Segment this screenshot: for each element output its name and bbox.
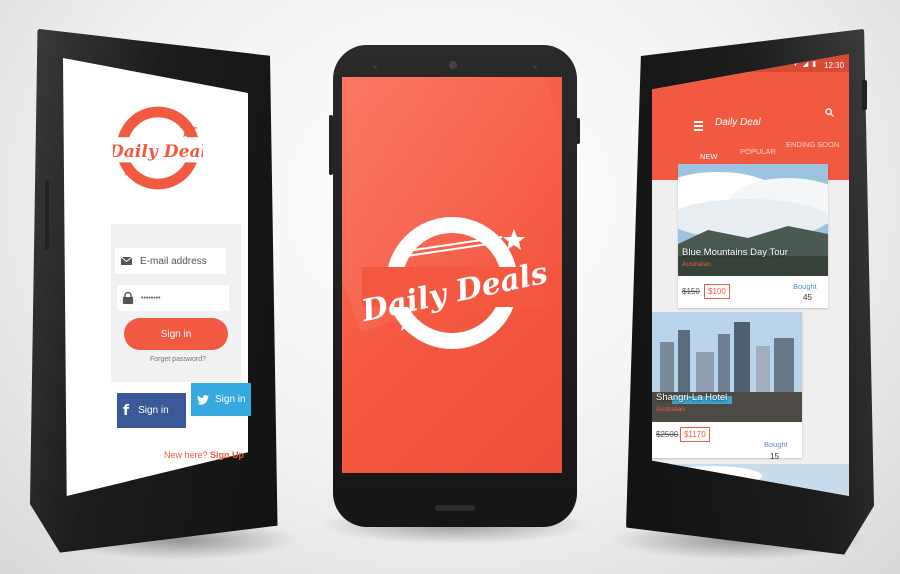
deal-new-price: $100 [704,284,730,299]
twitter-sign-in-label: Sign in [215,394,246,405]
volume-button [45,180,49,250]
new-here-text: New here? [164,450,208,460]
status-time: 12:30 [824,61,845,70]
deal-old-price: $2500 [656,430,679,439]
logo-text: Daily Deal [113,142,203,162]
deal-title: Blue Mountains Day Tour [682,247,788,258]
power-button [576,118,580,144]
bought-count: 15 [770,452,779,461]
deal-old-price: $150 [682,287,700,296]
tab-popular[interactable]: POPULAR [740,147,776,156]
app-title: Daily Deal [715,117,761,128]
twitter-icon [197,394,209,405]
facebook-sign-in-button[interactable]: f Sign in [117,393,186,428]
splash-screen: Daily Deals [342,77,562,473]
sensor-dot [533,65,537,69]
power-button [862,80,867,110]
signup-prompt: New here? Sign Up [164,450,244,460]
bought-label: Bought [793,282,817,291]
deal-title: Shangri-La Hotel [656,392,728,403]
daily-deals-logo: Daily Deals [358,217,551,349]
email-placeholder: E-mail address [140,255,207,267]
password-field[interactable]: •••••••• [117,285,229,311]
speaker-grille [435,505,475,511]
sign-in-button[interactable]: Sign in [124,318,228,350]
tab-new[interactable]: NEW [700,152,718,161]
mail-icon [121,257,132,265]
front-camera [449,61,457,69]
facebook-sign-in-label: Sign in [138,405,169,416]
deal-image-mountains [678,164,828,276]
tab-ending-soon[interactable]: ENDING SOON [786,140,839,149]
password-value: •••••••• [141,294,161,302]
facebook-icon: f [123,402,130,419]
deal-new-price: $1170 [680,427,710,442]
deal-location: Australian [682,261,711,268]
daily-deal-logo: Daily Deal [113,106,203,190]
email-field[interactable]: E-mail address [115,248,226,274]
deals-screen: ▼◢▮ 12:30 Daily Deal NEW POPULAR ENDING … [652,54,849,496]
sign-up-link[interactable]: Sign Up [210,450,244,460]
forget-password-link[interactable]: Forget password? [150,356,206,363]
twitter-sign-in-button[interactable]: Sign in [191,383,251,416]
volume-button [329,115,333,175]
bought-count: 45 [803,293,812,302]
sign-in-label: Sign in [160,328,192,340]
deal-location: Australian [656,406,685,413]
deal-card[interactable]: Blue Mountains Day Tour Australian $150 … [678,164,828,308]
lock-icon [123,292,133,304]
deal-card[interactable]: Shangri-La Hotel Australian $2500 $1170 … [652,312,802,461]
menu-icon[interactable] [694,121,703,133]
bought-label: Bought [764,440,788,449]
splash-logo-text: Daily Deals [358,256,551,330]
search-icon[interactable] [825,108,834,117]
sensor-dot [373,65,377,69]
